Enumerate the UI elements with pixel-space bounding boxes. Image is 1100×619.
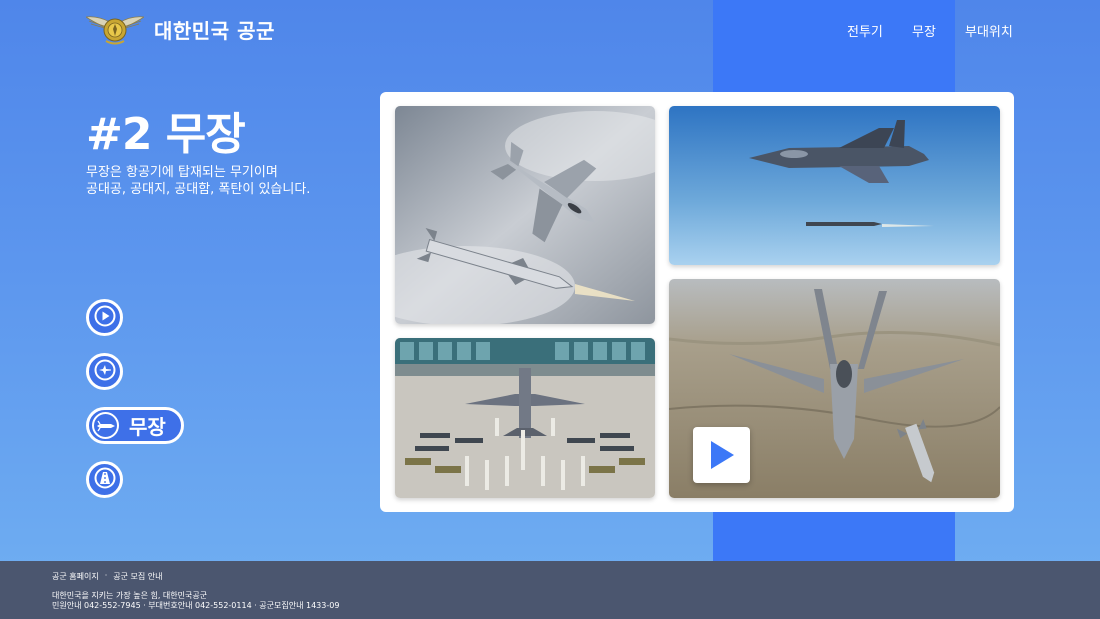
video-play-button[interactable] (693, 427, 750, 483)
armament-display-photo[interactable] (395, 338, 655, 498)
stealth-fighter-photo[interactable] (669, 106, 1000, 265)
main-nav: 전투기 무장 부대위치 (0, 21, 1100, 41)
footer: 공군 홈페이지 · 공군 모집 안내 대한민국을 지키는 가장 높은 힘, 대한… (0, 561, 1100, 619)
section-description: 무장은 항공기에 탑재되는 무기이며 공대공, 공대지, 공대함, 폭탄이 있습… (86, 164, 366, 198)
missile-icon (92, 412, 119, 439)
description-line-1: 무장은 항공기에 탑재되는 무기이며 (86, 165, 278, 180)
side-menu-armament-button[interactable]: 무장 (86, 407, 184, 444)
side-menu-fighter-button[interactable] (86, 353, 123, 390)
fighter-jet-icon (94, 359, 116, 385)
side-menu-play-button[interactable] (86, 299, 123, 336)
jet-with-missile-photo[interactable] (395, 106, 655, 324)
play-triangle-icon (709, 440, 735, 470)
footer-link-recruitment[interactable]: 공군 모집 안내 (113, 571, 162, 582)
play-icon (94, 305, 116, 331)
road-icon (94, 467, 116, 493)
side-menu-location-button[interactable] (86, 461, 123, 498)
footer-contact: 민원안내 042-552-7945 · 부대번호안내 042-552-0114 … (52, 601, 340, 610)
fighter-flight-photo[interactable] (669, 279, 1000, 498)
section-title: #2 무장 (86, 109, 246, 160)
nav-item-armament[interactable]: 무장 (912, 21, 936, 40)
description-line-2: 공대공, 공대지, 공대함, 폭탄이 있습니다. (86, 182, 311, 197)
side-menu-active-label: 무장 (129, 415, 166, 439)
nav-item-unit-location[interactable]: 부대위치 (965, 21, 1013, 40)
footer-link-separator: · (104, 571, 108, 580)
nav-item-fighters[interactable]: 전투기 (847, 21, 883, 40)
footer-link-homepage[interactable]: 공군 홈페이지 (52, 571, 99, 582)
footer-links: 공군 홈페이지 · 공군 모집 안내 (52, 571, 163, 582)
armament-gallery (380, 92, 1014, 512)
